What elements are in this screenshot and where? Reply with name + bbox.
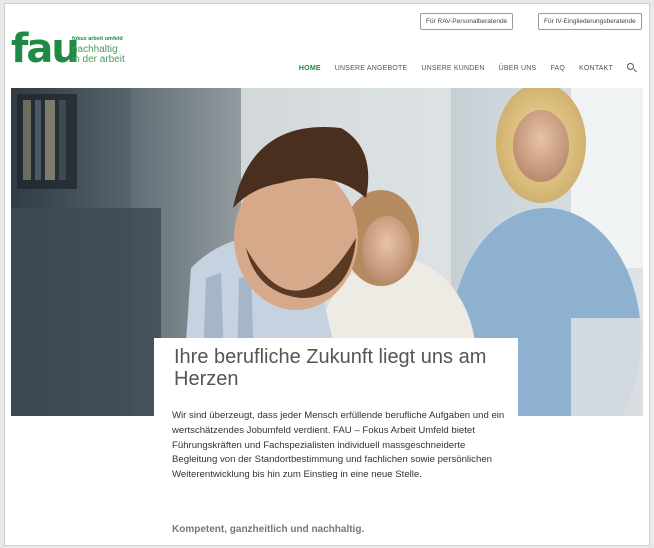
page-frame: Für RAV-Personalberatende Für IV-Einglie… <box>4 3 650 546</box>
nav-home[interactable]: HOME <box>299 65 321 72</box>
nav-kunden[interactable]: UNSERE KUNDEN <box>421 65 484 72</box>
rav-link[interactable]: Für RAV-Personalberatende <box>420 13 514 30</box>
hero-body: Wir sind überzeugt, dass jeder Mensch er… <box>172 410 505 481</box>
nav-kontakt[interactable]: KONTAKT <box>579 65 613 72</box>
main-nav: HOME UNSERE ANGEBOTE UNSERE KUNDEN ÜBER … <box>285 63 637 73</box>
nav-ueber-uns[interactable]: ÜBER UNS <box>499 65 537 72</box>
hero-headline: Ihre berufliche Zukunft liegt uns am Her… <box>174 346 487 390</box>
iv-link[interactable]: Für IV-Eingliederungsberatende <box>538 13 642 30</box>
search-icon[interactable] <box>627 63 637 73</box>
logo-small-text: fokus arbeit umfeld <box>72 36 123 42</box>
nav-faq[interactable]: FAQ <box>550 65 565 72</box>
logo-line2: in der arbeit <box>72 54 125 65</box>
hero-tagline: Kompetent, ganzheitlich und nachhaltig. <box>172 524 365 535</box>
intro-card: Ihre berufliche Zukunft liegt uns am Her… <box>154 338 518 545</box>
logo-mark: fau <box>11 26 80 72</box>
nav-angebote[interactable]: UNSERE ANGEBOTE <box>335 65 408 72</box>
